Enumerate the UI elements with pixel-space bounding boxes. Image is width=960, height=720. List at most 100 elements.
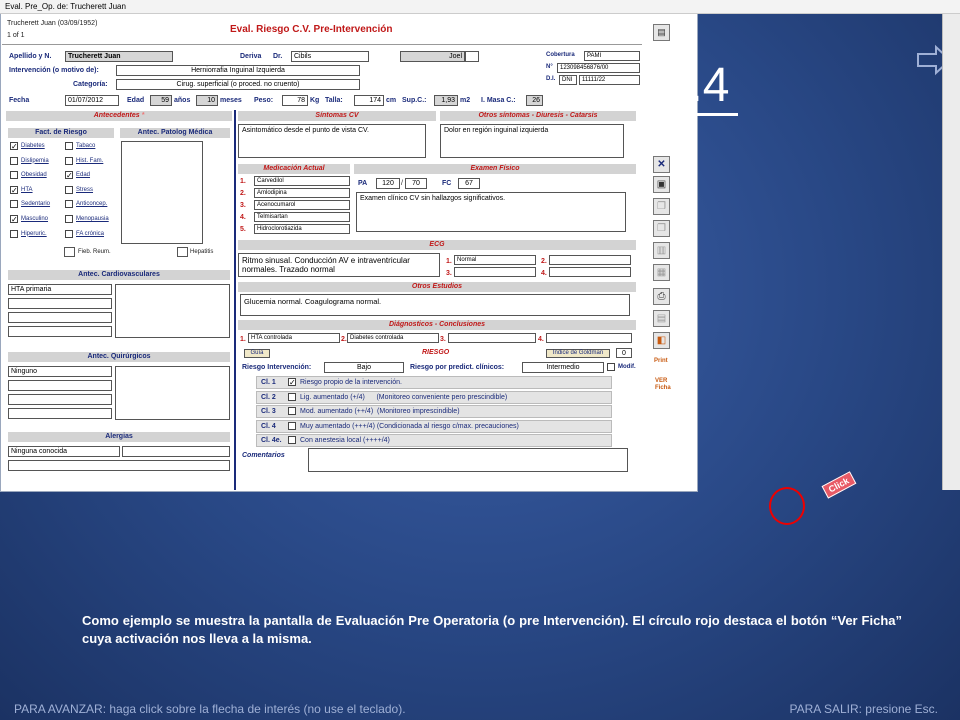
- medication-item[interactable]: Amlodipina: [254, 188, 350, 198]
- goldman-index-value[interactable]: 0: [616, 348, 632, 358]
- quir-line-3[interactable]: [8, 394, 112, 405]
- ecg-item-1[interactable]: Normal: [454, 255, 536, 265]
- document-icon[interactable]: ▤: [653, 24, 670, 41]
- quir-line-2[interactable]: [8, 380, 112, 391]
- diag-item-4[interactable]: [546, 333, 632, 343]
- cardio-line-3[interactable]: [8, 312, 112, 323]
- goldman-index-button[interactable]: Indice de Goldman: [546, 349, 610, 358]
- cardio-line-2[interactable]: [8, 298, 112, 309]
- risk-factor-checkbox[interactable]: ✓: [10, 142, 18, 151]
- quir-line-4[interactable]: [8, 408, 112, 419]
- pa-sys-field[interactable]: 120: [376, 178, 400, 189]
- examen-field[interactable]: Examen clínico CV sin hallazgos signific…: [356, 192, 626, 232]
- alergias-line-2[interactable]: [122, 446, 230, 457]
- edad-field[interactable]: 59: [150, 95, 172, 106]
- otros-sintomas-field[interactable]: Dolor en región inguinal izquierda: [440, 124, 624, 158]
- comentarios-field[interactable]: [308, 448, 628, 472]
- sintomas-cv-header: Síntomas CV: [238, 111, 436, 121]
- medication-item[interactable]: Hidroclorotiazida: [254, 224, 350, 234]
- patient-header: Trucherett Juan (03/09/1952): [7, 20, 98, 27]
- risk-class-checkbox[interactable]: [288, 436, 296, 444]
- riesgo-intervencion-field[interactable]: Bajo: [324, 362, 404, 373]
- risk-factor-checkbox[interactable]: ✓: [10, 215, 18, 224]
- ver-ficha-button[interactable]: VER Ficha: [655, 378, 671, 392]
- medication-item[interactable]: Carvedilol: [254, 176, 350, 186]
- ecg-item-2[interactable]: [549, 255, 631, 265]
- risk-factor-checkbox[interactable]: [65, 229, 73, 238]
- hepatitis-checkbox[interactable]: [177, 247, 188, 257]
- sintomas-cv-field[interactable]: Asintomático desde el punto de vista CV.: [238, 124, 426, 158]
- delete-icon[interactable]: ✕: [653, 156, 670, 173]
- n-field[interactable]: 123098456876/00: [557, 63, 640, 73]
- kg-label: Kg: [310, 97, 320, 104]
- riesgo-predict-field[interactable]: Intermedio: [522, 362, 604, 373]
- ecg-item-4[interactable]: [549, 267, 631, 277]
- copy-icon[interactable]: ❐: [653, 198, 670, 215]
- risk-factor-checkbox[interactable]: [65, 200, 73, 209]
- alergias-header: Alergias: [8, 432, 230, 442]
- record-icon[interactable]: ▥: [653, 242, 670, 259]
- cardio-line-4[interactable]: [8, 326, 112, 337]
- printer-icon[interactable]: ⎙: [653, 288, 670, 305]
- risk-factor-checkbox[interactable]: [65, 156, 73, 165]
- risk-factor-checkbox[interactable]: [65, 215, 73, 223]
- print-label[interactable]: Print: [654, 358, 668, 364]
- risk-factor-checkbox[interactable]: [65, 142, 73, 150]
- risk-factor-checkbox[interactable]: ✓: [10, 185, 18, 194]
- guia-button[interactable]: Guía: [244, 349, 270, 358]
- diag-item-3[interactable]: [448, 333, 536, 343]
- meses-field[interactable]: 10: [196, 95, 218, 106]
- diag-item-1[interactable]: HTA controlada: [248, 333, 340, 343]
- risk-factor-checkbox[interactable]: ✓: [65, 171, 73, 180]
- risk-class-code: Cl. 1: [261, 379, 276, 386]
- risk-factor-checkbox[interactable]: [10, 156, 18, 165]
- pa-dia-field[interactable]: 70: [405, 178, 427, 189]
- apellido-field[interactable]: Trucherett Juan: [65, 51, 173, 62]
- ecg-item-3[interactable]: [454, 267, 536, 277]
- di-field[interactable]: 11111/22: [579, 75, 640, 85]
- fecha-field[interactable]: 01/07/2012: [65, 95, 119, 106]
- cardio-notes[interactable]: [115, 284, 230, 338]
- dr-field-2[interactable]: Joel: [400, 51, 465, 62]
- talla-field[interactable]: 174: [354, 95, 384, 106]
- cardio-line-1[interactable]: HTA primaria: [8, 284, 112, 295]
- cobertura-field[interactable]: PAMI: [584, 51, 640, 61]
- modif-checkbox[interactable]: [607, 363, 615, 371]
- edad-label: Edad: [127, 97, 145, 104]
- imasa-field[interactable]: 26: [526, 95, 543, 106]
- quir-line-1[interactable]: Ninguno: [8, 366, 112, 377]
- dr-dropdown[interactable]: [465, 51, 479, 62]
- risk-factor-checkbox[interactable]: [10, 171, 18, 180]
- di-type-field[interactable]: DNI: [559, 75, 577, 85]
- dr-field[interactable]: Cibils: [291, 51, 369, 62]
- peso-field[interactable]: 78: [282, 95, 308, 106]
- alergias-line-3[interactable]: [8, 460, 230, 471]
- medication-item[interactable]: Telmisartan: [254, 212, 350, 222]
- riesgo-header: RIESGO: [422, 349, 450, 356]
- paste-icon[interactable]: ❐: [653, 220, 670, 237]
- exit-door-icon[interactable]: ◧: [653, 332, 670, 349]
- ecg-field[interactable]: Ritmo sinusal. Conducción AV e intravent…: [238, 253, 440, 277]
- risk-class-checkbox[interactable]: [288, 392, 296, 401]
- save-icon[interactable]: ▣: [653, 176, 670, 193]
- risk-class-checkbox[interactable]: [288, 407, 296, 415]
- patolog-field[interactable]: [121, 141, 203, 244]
- supc-field[interactable]: 1,93: [434, 95, 458, 106]
- risk-factor-checkbox[interactable]: [10, 229, 18, 238]
- categoria-field[interactable]: Cirug. superficial (o proced. no cruento…: [116, 79, 360, 90]
- report-icon[interactable]: ▤: [653, 310, 670, 327]
- risk-class-checkbox[interactable]: [288, 421, 296, 430]
- medication-item[interactable]: Acenocumarol: [254, 200, 350, 210]
- diag-item-2[interactable]: Diabetes controlada: [347, 333, 439, 343]
- fieb-reum-checkbox[interactable]: [64, 247, 75, 257]
- record-nav[interactable]: 1 of 1: [7, 32, 25, 39]
- intervencion-field[interactable]: Herniorrafia Inguinal Izquierda: [116, 65, 360, 76]
- otros-estudios-field[interactable]: Glucemia normal. Coagulograma normal.: [240, 294, 630, 316]
- alergias-line-1[interactable]: Ninguna conocida: [8, 446, 120, 457]
- quir-notes[interactable]: [115, 366, 230, 420]
- list-icon[interactable]: ▦: [653, 264, 670, 281]
- risk-factor-checkbox[interactable]: [10, 200, 18, 209]
- risk-factor-checkbox[interactable]: [65, 185, 73, 194]
- fc-field[interactable]: 67: [458, 178, 480, 189]
- risk-class-checkbox[interactable]: ✓: [288, 378, 296, 387]
